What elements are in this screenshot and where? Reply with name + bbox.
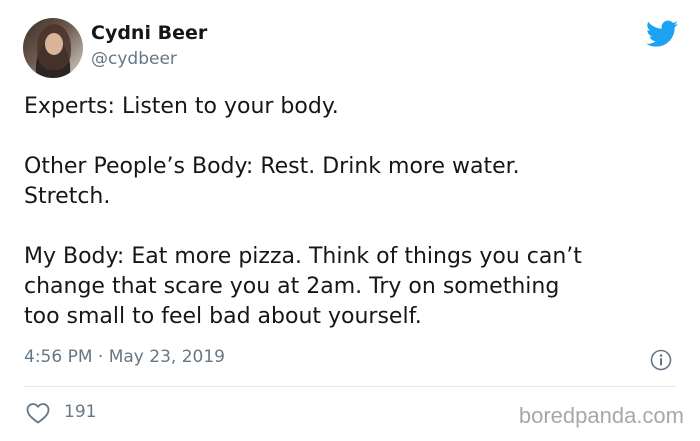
- twitter-bird-icon[interactable]: [646, 20, 678, 48]
- tweet-text: Experts: Listen to your body. Other Peop…: [24, 94, 582, 329]
- author-name[interactable]: Cydni Beer: [91, 22, 207, 44]
- tweet-timestamp[interactable]: 4:56 PM · May 23, 2019: [24, 347, 225, 367]
- author-handle[interactable]: @cydbeer: [91, 49, 177, 69]
- heart-icon[interactable]: [26, 402, 50, 424]
- watermark: boredpanda.com: [518, 403, 684, 428]
- avatar-face: [45, 33, 63, 55]
- divider: [24, 386, 676, 387]
- info-icon[interactable]: [650, 349, 672, 371]
- avatar[interactable]: [23, 18, 83, 78]
- like-count: 191: [64, 402, 97, 422]
